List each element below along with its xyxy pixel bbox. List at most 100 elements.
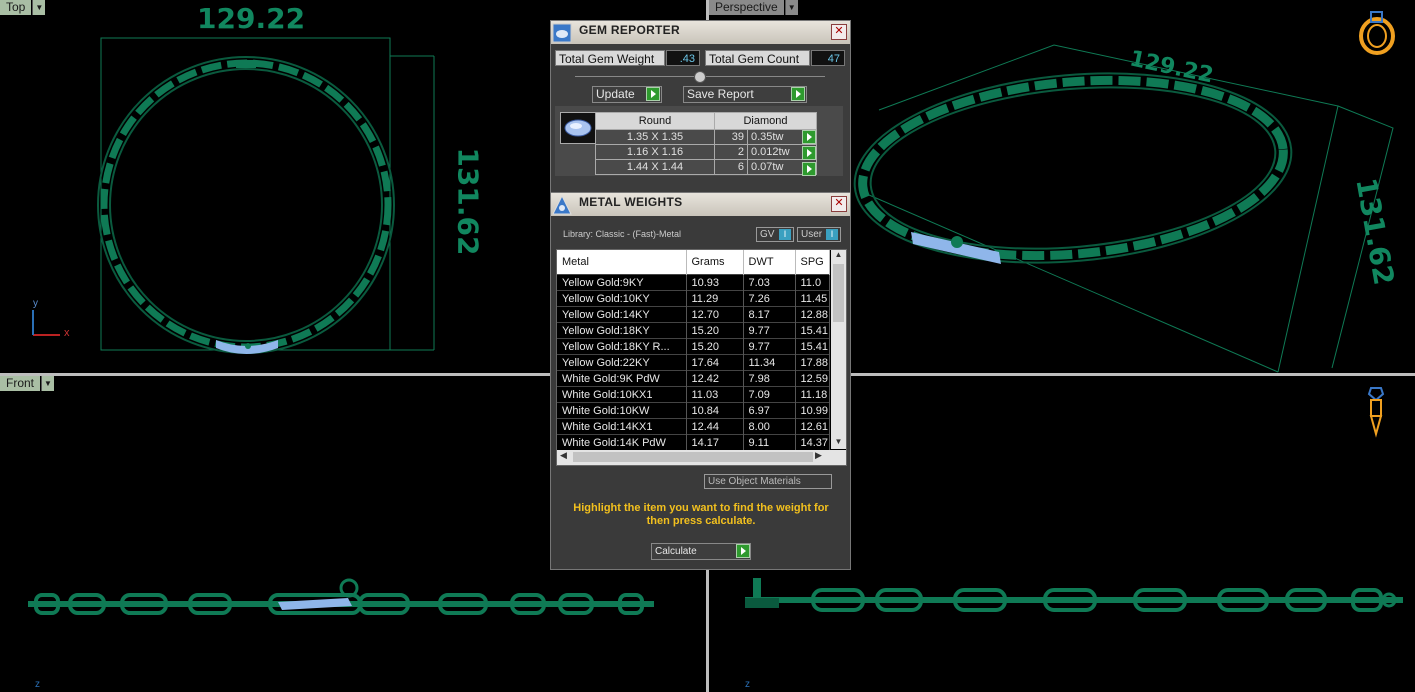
cell-dwt: 11.34 xyxy=(743,354,796,371)
gem-row-play-icon[interactable] xyxy=(802,162,816,176)
save-report-play-icon[interactable] xyxy=(791,87,805,101)
viewport-label-front[interactable]: Front ▼ xyxy=(0,376,55,391)
table-row[interactable]: Yellow Gold:14KY 12.70 8.17 12.88 xyxy=(557,306,830,323)
cell-dwt: 9.11 xyxy=(743,434,796,450)
table-row[interactable]: White Gold:9K PdW 12.42 7.98 12.59 xyxy=(557,370,830,387)
gem-row[interactable]: 1.44 X 1.44 6 0.07tw xyxy=(595,159,817,175)
cell-grams: 11.03 xyxy=(686,386,744,403)
cell-spg: 11.18 xyxy=(795,386,830,403)
metal-weights-icon xyxy=(551,194,573,216)
total-gem-count-value: 47 xyxy=(811,50,845,66)
gem-size: 1.16 X 1.16 xyxy=(595,144,715,160)
chevron-down-icon[interactable]: ▼ xyxy=(41,376,55,391)
metal-weights-titlebar[interactable]: METAL WEIGHTS ✕ xyxy=(551,193,850,216)
cell-spg: 12.61 xyxy=(795,418,830,435)
cell-spg: 11.45 xyxy=(795,290,830,307)
toggle-switch-icon: I xyxy=(779,229,791,240)
cell-dwt: 7.03 xyxy=(743,274,796,291)
table-row[interactable]: Yellow Gold:9KY 10.93 7.03 11.0 xyxy=(557,274,830,291)
cell-grams: 15.20 xyxy=(686,322,744,339)
splitter-knob-icon[interactable] xyxy=(694,71,706,83)
cell-grams: 14.17 xyxy=(686,434,744,450)
panel-title: GEM REPORTER xyxy=(579,22,680,37)
cell-metal: White Gold:14K PdW xyxy=(557,434,687,450)
axis-z-label: z xyxy=(35,679,40,690)
cell-spg: 12.59 xyxy=(795,370,830,387)
table-row[interactable]: White Gold:10KW 10.84 6.97 10.99 xyxy=(557,402,830,419)
total-gem-weight-label: Total Gem Weight xyxy=(555,50,665,66)
column-header-spg[interactable]: SPG xyxy=(795,250,830,275)
cell-spg: 14.37 xyxy=(795,434,830,450)
hint-text: Highlight the item you want to find the … xyxy=(573,502,829,527)
cell-spg: 17.88 xyxy=(795,354,830,371)
user-label: User xyxy=(801,229,823,240)
gem-reporter-titlebar[interactable]: GEM REPORTER ✕ xyxy=(551,21,850,44)
close-button[interactable]: ✕ xyxy=(831,196,847,212)
use-object-materials-checkbox[interactable]: Use Object Materials xyxy=(704,474,832,489)
cell-grams: 17.64 xyxy=(686,354,744,371)
chevron-down-icon[interactable]: ▼ xyxy=(32,0,46,15)
cell-metal: White Gold:9K PdW xyxy=(557,370,687,387)
cell-grams: 12.42 xyxy=(686,370,744,387)
horizontal-scrollbar[interactable]: ◀ ▶ xyxy=(557,450,846,465)
table-row[interactable]: White Gold:10KX1 11.03 7.09 11.18 xyxy=(557,386,830,403)
cell-metal: Yellow Gold:10KY xyxy=(557,290,687,307)
cell-dwt: 9.77 xyxy=(743,338,796,355)
total-gem-count-label: Total Gem Count xyxy=(705,50,810,66)
cell-spg: 12.88 xyxy=(795,306,830,323)
table-row[interactable]: White Gold:14K PdW 14.17 9.11 14.37 xyxy=(557,434,830,450)
gem-row-play-icon[interactable] xyxy=(802,146,816,160)
gv-label: GV xyxy=(760,229,775,240)
axis-x-label: x xyxy=(64,327,70,339)
scroll-left-icon[interactable]: ◀ xyxy=(560,450,567,461)
save-report-button[interactable]: Save Report xyxy=(683,86,807,103)
table-row[interactable]: White Gold:14KX1 12.44 8.00 12.61 xyxy=(557,418,830,435)
table-row[interactable]: Yellow Gold:10KY 11.29 7.26 11.45 xyxy=(557,290,830,307)
scrollbar-thumb[interactable] xyxy=(573,452,813,462)
cell-dwt: 6.97 xyxy=(743,402,796,419)
cell-spg: 15.41 xyxy=(795,338,830,355)
cell-dwt: 8.17 xyxy=(743,306,796,323)
viewport-label-perspective[interactable]: Perspective ▼ xyxy=(709,0,798,15)
cell-spg: 15.41 xyxy=(795,322,830,339)
user-toggle[interactable]: User I xyxy=(797,227,841,242)
gem-row[interactable]: 1.35 X 1.35 39 0.35tw xyxy=(595,129,817,145)
close-button[interactable]: ✕ xyxy=(831,24,847,40)
cell-grams: 10.93 xyxy=(686,274,744,291)
viewport-title: Perspective xyxy=(709,0,784,15)
viewport-title: Front xyxy=(0,376,41,391)
gem-reporter-panel: GEM REPORTER ✕ Total Gem Weight .43 Tota… xyxy=(550,20,851,195)
cell-grams: 15.20 xyxy=(686,338,744,355)
chevron-down-icon[interactable]: ▼ xyxy=(784,0,798,15)
gem-row-play-icon[interactable] xyxy=(802,130,816,144)
update-play-icon[interactable] xyxy=(646,87,660,101)
cell-metal: Yellow Gold:14KY xyxy=(557,306,687,323)
column-header-metal[interactable]: Metal xyxy=(557,250,687,275)
column-header-grams[interactable]: Grams xyxy=(686,250,744,275)
gem-count: 6 xyxy=(714,159,748,175)
gem-shape-header: Round xyxy=(595,112,715,130)
cell-metal: Yellow Gold:22KY xyxy=(557,354,687,371)
table-row[interactable]: Yellow Gold:18KY 15.20 9.77 15.41 xyxy=(557,322,830,339)
table-row[interactable]: Yellow Gold:18KY R... 15.20 9.77 15.41 xyxy=(557,338,830,355)
metal-table[interactable]: Metal Grams DWT SPG Yellow Gold:9KY 10.93… xyxy=(556,249,847,466)
calculate-play-icon[interactable] xyxy=(736,544,750,558)
scroll-down-icon[interactable]: ▼ xyxy=(831,437,846,449)
gem-row[interactable]: 1.16 X 1.16 2 0.012tw xyxy=(595,144,817,160)
height-dimension: 131.62 xyxy=(451,147,485,256)
table-row[interactable]: Yellow Gold:22KY 17.64 11.34 17.88 xyxy=(557,354,830,371)
cell-grams: 12.70 xyxy=(686,306,744,323)
scrollbar-thumb[interactable] xyxy=(833,264,844,322)
cell-dwt: 8.00 xyxy=(743,418,796,435)
cell-metal: Yellow Gold:18KY xyxy=(557,322,687,339)
total-gem-weight-value: .43 xyxy=(666,50,700,66)
round-gem-icon xyxy=(560,112,596,144)
scroll-up-icon[interactable]: ▲ xyxy=(831,250,846,262)
column-header-dwt[interactable]: DWT xyxy=(743,250,796,275)
viewport-label-top[interactable]: Top ▼ xyxy=(0,0,46,15)
scroll-right-icon[interactable]: ▶ xyxy=(815,450,822,461)
gv-toggle[interactable]: GV I xyxy=(756,227,794,242)
toggle-switch-icon: I xyxy=(826,229,838,240)
table-header-row: Metal Grams DWT SPG xyxy=(557,250,830,275)
vertical-scrollbar[interactable]: ▲ ▼ xyxy=(831,250,846,449)
